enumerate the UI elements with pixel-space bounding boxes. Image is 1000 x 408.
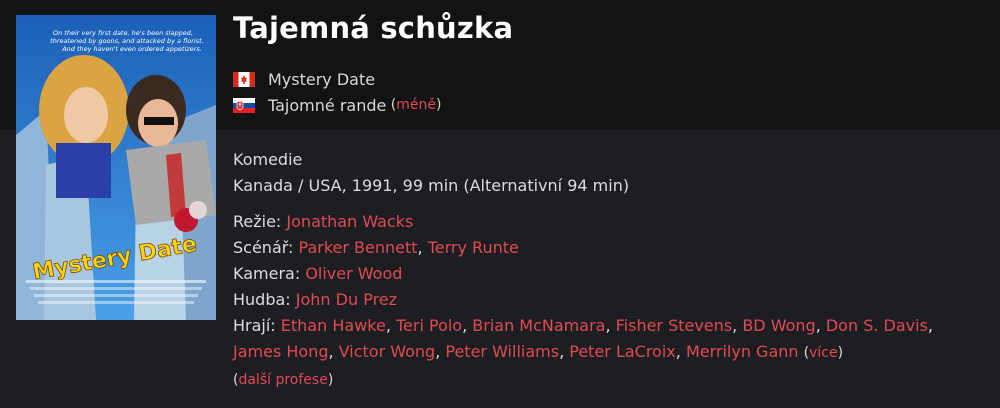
- writer-link[interactable]: Terry Runte: [428, 238, 519, 257]
- cast-link[interactable]: Fisher Stevens: [616, 316, 733, 335]
- writer-link[interactable]: Parker Bennett: [299, 238, 418, 257]
- slovakia-flag-icon: [233, 97, 255, 113]
- cast-link[interactable]: Brian McNamara: [472, 316, 605, 335]
- cast-link[interactable]: Peter Williams: [445, 342, 559, 361]
- alt-title-row: Tajomné rande (méně): [233, 92, 441, 118]
- more-professions-row: (další profese): [233, 372, 334, 388]
- page-title: Tajemná schůzka: [233, 11, 514, 45]
- cast-row: Hrají: Ethan Hawke, Teri Polo, Brian McN…: [233, 316, 933, 335]
- cast-row-continued: James Hong, Victor Wong, Peter Williams,…: [233, 342, 844, 361]
- poster-artwork: On their very first date, he's been slap…: [16, 15, 216, 320]
- writers-row: Scénář: Parker Bennett, Terry Runte: [233, 238, 519, 257]
- alt-title-text: Mystery Date: [268, 69, 376, 89]
- alt-title-row: Mystery Date: [233, 66, 441, 92]
- cast-link[interactable]: Don S. Davis: [826, 316, 928, 335]
- cast-link[interactable]: James Hong: [233, 342, 329, 361]
- alternative-titles: Mystery Date Tajomné rande (méně): [233, 66, 441, 118]
- camera-label: Kamera:: [233, 264, 301, 283]
- directors-row: Režie: Jonathan Wacks: [233, 209, 933, 235]
- director-link[interactable]: Jonathan Wacks: [286, 212, 413, 231]
- cast-link[interactable]: Victor Wong: [339, 342, 436, 361]
- film-detail-page: On their very first date, he's been slap…: [0, 0, 1000, 408]
- cast-label: Hrají:: [233, 316, 276, 335]
- poster-tagline: On their very first date, he's been slap…: [50, 29, 206, 53]
- more-cast-link[interactable]: více: [809, 345, 838, 361]
- camera-link[interactable]: Oliver Wood: [305, 264, 402, 283]
- movie-poster[interactable]: On their very first date, he's been slap…: [16, 15, 216, 320]
- cast-link[interactable]: BD Wong: [742, 316, 815, 335]
- camera-row: Kamera: Oliver Wood: [233, 261, 933, 287]
- alt-title-text: Tajomné rande: [268, 95, 387, 115]
- cast-link[interactable]: Merrilyn Gann: [686, 342, 799, 361]
- music-row: Hudba: John Du Prez: [233, 287, 933, 313]
- origin-line: Kanada / USA, 1991, 99 min (Alternativní…: [233, 176, 630, 195]
- canada-flag-icon: [233, 71, 255, 87]
- film-info: Komedie Kanada / USA, 1991, 99 min (Alte…: [233, 147, 933, 393]
- cast-link[interactable]: Teri Polo: [396, 316, 462, 335]
- writers-label: Scénář:: [233, 238, 294, 257]
- music-link[interactable]: John Du Prez: [296, 290, 397, 309]
- cast-link[interactable]: Ethan Hawke: [281, 316, 386, 335]
- show-less-link[interactable]: méně: [396, 97, 436, 113]
- more-professions-link[interactable]: další profese: [238, 372, 327, 388]
- directors-label: Režie:: [233, 212, 282, 231]
- music-label: Hudba:: [233, 290, 291, 309]
- cast-link[interactable]: Peter LaCroix: [569, 342, 676, 361]
- genre: Komedie: [233, 150, 303, 169]
